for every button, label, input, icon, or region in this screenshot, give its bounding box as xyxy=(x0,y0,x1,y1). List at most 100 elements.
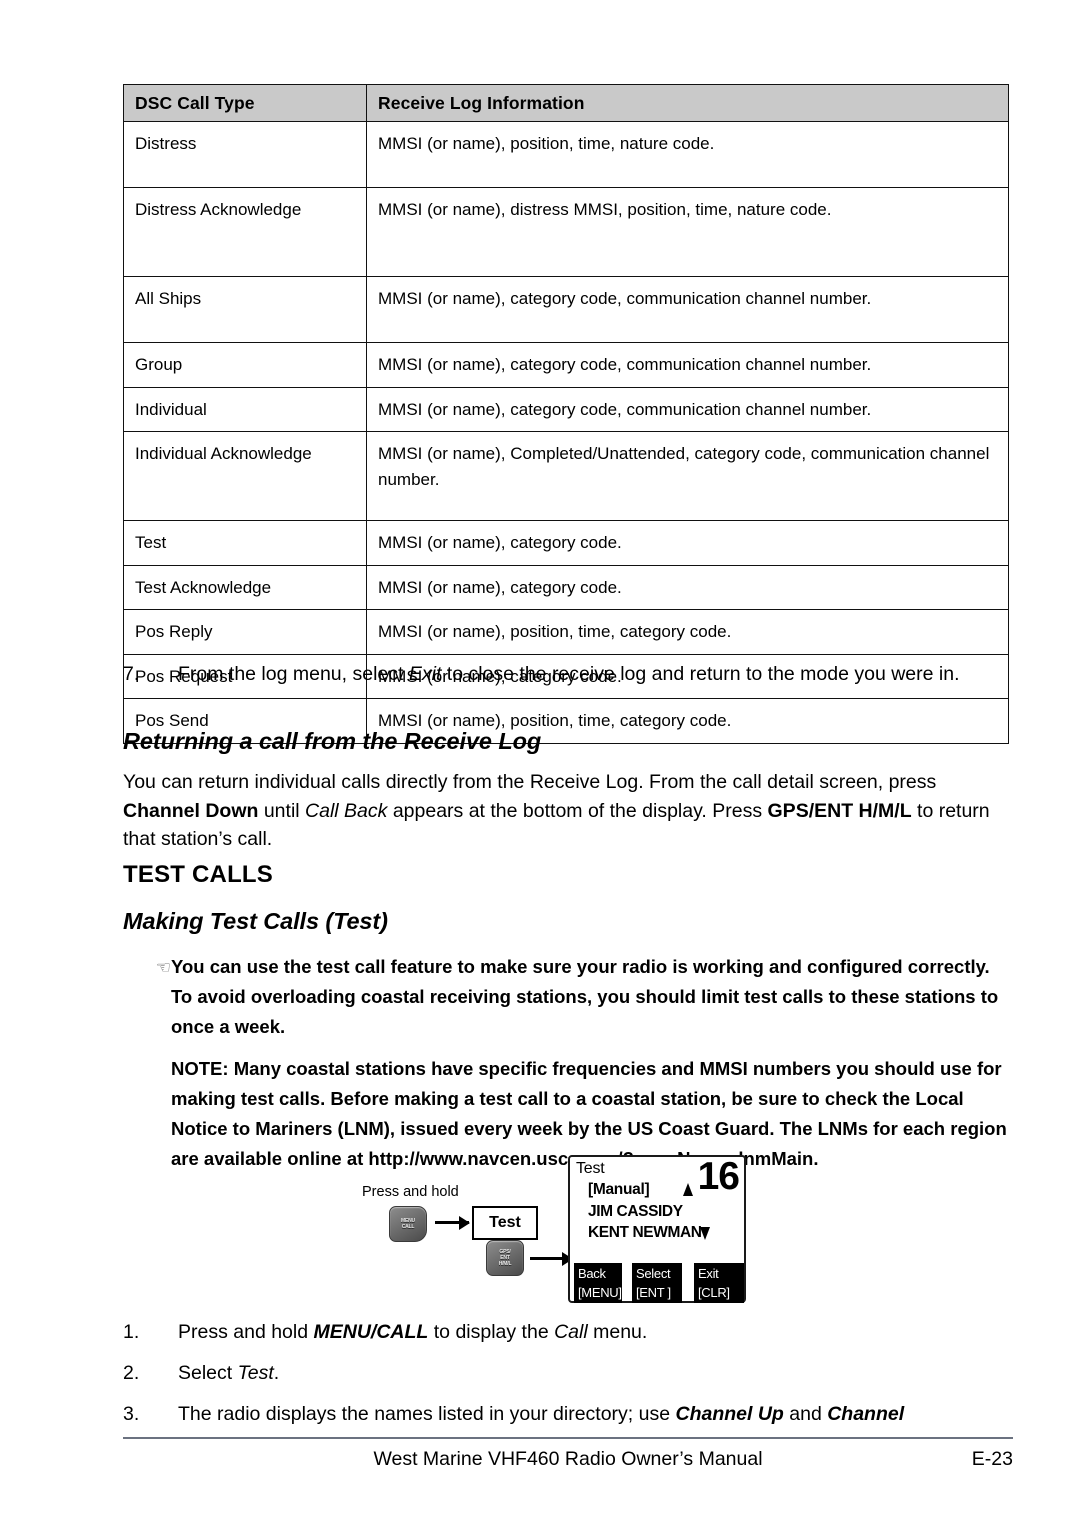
column-header-receive-log-information: Receive Log Information xyxy=(366,84,1009,122)
step-text: The radio displays the names listed in y… xyxy=(178,1400,1013,1429)
lcd-entry-name-1: JIM CASSIDY xyxy=(588,1203,683,1220)
cell-call-type: Test Acknowledge xyxy=(123,564,367,610)
cell-log-info: MMSI (or name), position, time, nature c… xyxy=(366,121,1009,188)
step-text: From the log menu, select Exit to close … xyxy=(178,660,1013,689)
subheading-making-test-calls: Making Test Calls (Test) xyxy=(123,908,388,934)
table-row: All Ships MMSI (or name), category code,… xyxy=(123,276,1009,343)
softkey-back: Back [MENU] xyxy=(574,1263,622,1303)
flow-arrow-2-icon xyxy=(530,1257,572,1260)
cell-call-type: Individual xyxy=(123,386,367,432)
table-row: Distress MMSI (or name), position, time,… xyxy=(123,121,1009,188)
step-1: 1. Press and hold MENU/CALL to display t… xyxy=(123,1318,1013,1347)
returning-p1: You can return individual calls directly… xyxy=(123,771,937,793)
section-heading-test-calls: TEST CALLS xyxy=(123,861,273,888)
returning-p3: appears at the bottom of the display. Pr… xyxy=(387,799,768,822)
paragraph-returning-a-call: You can return individual calls directly… xyxy=(123,768,1013,854)
returning-p2: until xyxy=(258,799,306,822)
menu-call-key-icon: MENU CALL xyxy=(389,1206,427,1242)
step-number: 2. xyxy=(123,1361,140,1384)
flow-arrow-1-icon xyxy=(435,1221,469,1224)
step3-part1: The radio displays the names listed in y… xyxy=(178,1402,676,1425)
softkey-exit-label: Exit xyxy=(698,1266,719,1281)
gps-ent-key-icon: GPS/ENT H/M/L xyxy=(486,1240,524,1276)
lcd-channel-number: 16 xyxy=(697,1155,740,1198)
cell-log-info: MMSI (or name), category code, communica… xyxy=(366,386,1009,432)
note-paragraph-1: You can use the test call feature to mak… xyxy=(171,956,999,1037)
lcd-title: Test xyxy=(576,1160,605,1177)
gps-ent-key-label: GPS/ENT H/M/L xyxy=(498,1249,512,1267)
table-header-row: DSC Call Type Receive Log Information xyxy=(123,84,1009,122)
step-text: Select Test. xyxy=(178,1359,1013,1388)
step1-italic-call: Call xyxy=(554,1321,588,1343)
cell-log-info: MMSI (or name), position, time, category… xyxy=(366,609,1009,655)
step3-bold-channel-up: Channel Up xyxy=(675,1402,784,1425)
step7-part2: to close the receive log and return to t… xyxy=(441,663,960,685)
radio-lcd-display: Test 16 [Manual] JIM CASSIDY KENT NEWMAN… xyxy=(568,1155,746,1303)
cell-call-type: All Ships xyxy=(123,276,367,343)
softkey-exit-key: [CLR] xyxy=(698,1285,730,1300)
document-page: DSC Call Type Receive Log Information Di… xyxy=(0,0,1080,1522)
cell-log-info: MMSI (or name), category code. xyxy=(366,520,1009,566)
step1-part3: menu. xyxy=(587,1321,648,1343)
returning-bold-channel-down: Channel Down xyxy=(123,799,259,822)
returning-italic-call-back: Call Back xyxy=(305,799,388,822)
cell-log-info: MMSI (or name), Completed/Unattended, ca… xyxy=(366,431,1009,521)
scroll-up-arrow-icon xyxy=(683,1183,693,1196)
step-2: 2. Select Test. xyxy=(123,1359,1013,1388)
pointing-hand-icon: ☞ xyxy=(155,958,171,977)
cell-call-type: Group xyxy=(123,342,367,388)
step3-bold-channel: Channel xyxy=(827,1402,905,1425)
table-row: Individual MMSI (or name), category code… xyxy=(123,386,1009,432)
cell-call-type: Distress xyxy=(123,121,367,188)
menu-call-key-label: MENU CALL xyxy=(401,1218,415,1230)
cell-call-type: Individual Acknowledge xyxy=(123,431,367,521)
softkey-back-key: [MENU] xyxy=(578,1285,622,1300)
test-menu-box: Test xyxy=(472,1206,538,1240)
cell-log-info: MMSI (or name), category code. xyxy=(366,564,1009,610)
lcd-softkey-bar: Back [MENU] Select [ENT ] Exit [CLR] xyxy=(570,1263,744,1307)
softkey-select-label: Select xyxy=(636,1266,671,1281)
step-number: 3. xyxy=(123,1402,140,1425)
step7-part1: From the log menu, select xyxy=(178,663,409,685)
step2-part1: Select xyxy=(178,1361,238,1384)
table-row: Test Acknowledge MMSI (or name), categor… xyxy=(123,564,1009,610)
step1-part1: Press and hold xyxy=(178,1321,314,1343)
steps-list: 1. Press and hold MENU/CALL to display t… xyxy=(123,1318,1013,1429)
step2-italic-test: Test xyxy=(237,1361,274,1384)
step3-part2: and xyxy=(783,1402,828,1425)
footer-divider xyxy=(123,1437,1013,1439)
table-row: Distress Acknowledge MMSI (or name), dis… xyxy=(123,187,1009,277)
cell-log-info: MMSI (or name), category code, communica… xyxy=(366,342,1009,388)
note-body: You can use the test call feature to mak… xyxy=(171,952,1015,1174)
cell-call-type: Distress Acknowledge xyxy=(123,187,367,277)
step-number: 7. xyxy=(123,663,140,685)
cell-log-info: MMSI (or name), distress MMSI, position,… xyxy=(366,187,1009,277)
step1-bold-menu-call: MENU/CALL xyxy=(313,1321,429,1343)
table-row: Individual Acknowledge MMSI (or name), C… xyxy=(123,431,1009,521)
table-row: Pos Reply MMSI (or name), position, time… xyxy=(123,609,1009,655)
press-and-hold-label: Press and hold xyxy=(362,1184,459,1200)
lcd-entry-name-2: KENT NEWMAN xyxy=(588,1224,702,1241)
scroll-down-arrow-icon xyxy=(700,1227,710,1240)
cell-log-info: MMSI (or name), category code, communica… xyxy=(366,276,1009,343)
step2-part2: . xyxy=(273,1361,280,1384)
lcd-entry-manual: [Manual] xyxy=(588,1181,650,1198)
step-number: 1. xyxy=(123,1321,140,1343)
step-text: Press and hold MENU/CALL to display the … xyxy=(178,1318,1013,1347)
dsc-call-type-table: DSC Call Type Receive Log Information Di… xyxy=(123,84,1009,744)
table-row: Test MMSI (or name), category code. xyxy=(123,520,1009,566)
table-row: Group MMSI (or name), category code, com… xyxy=(123,342,1009,388)
returning-bold-gps-ent: GPS/ENT H/M/L xyxy=(767,799,912,822)
step7-emph-exit: Exit xyxy=(408,663,442,685)
footer-title: West Marine VHF460 Radio Owner’s Manual xyxy=(373,1448,763,1470)
subheading-returning-a-call: Returning a call from the Receive Log xyxy=(123,728,542,754)
step-7: 7. From the log menu, select Exit to clo… xyxy=(123,660,1013,689)
footer-page-number: E-23 xyxy=(971,1448,1013,1470)
softkey-select-key: [ENT ] xyxy=(636,1285,671,1300)
step-3: 3. The radio displays the names listed i… xyxy=(123,1400,1013,1429)
column-header-dsc-call-type: DSC Call Type xyxy=(123,84,367,122)
note-block: ☞ You can use the test call feature to m… xyxy=(123,952,1015,1174)
cell-call-type: Test xyxy=(123,520,367,566)
softkey-back-label: Back xyxy=(578,1266,606,1281)
softkey-select: Select [ENT ] xyxy=(632,1263,682,1303)
